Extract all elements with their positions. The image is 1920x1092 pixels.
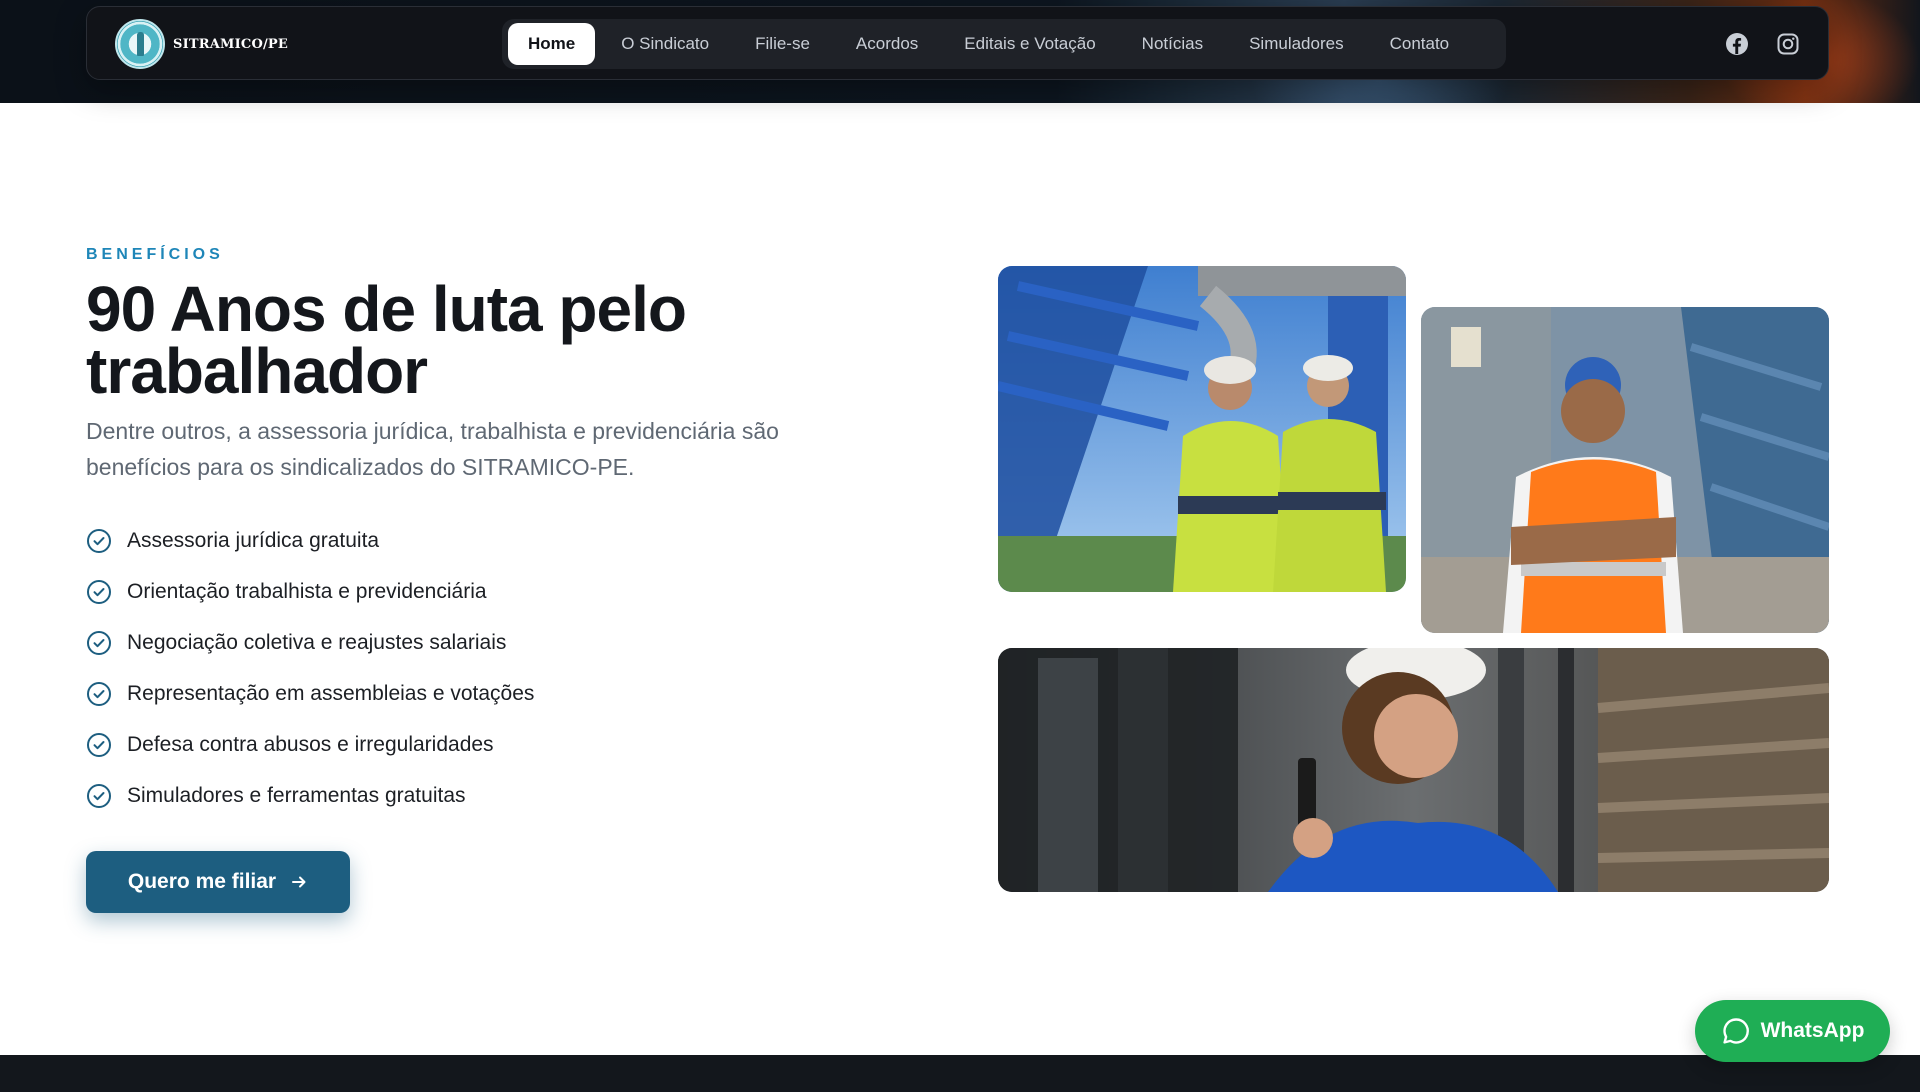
brand-name: SITRAMICO/PE <box>173 36 289 52</box>
instagram-icon[interactable] <box>1776 32 1800 56</box>
whatsapp-label: WhatsApp <box>1760 1019 1865 1042</box>
benefit-label: Simuladores e ferramentas gratuitas <box>127 783 466 807</box>
worker-photo-radio <box>998 648 1829 892</box>
benefit-item: Defesa contra abusos e irregularidades <box>86 719 534 770</box>
join-button-label: Quero me filiar <box>127 870 277 893</box>
benefit-label: Orientação trabalhista e previdenciária <box>127 579 487 603</box>
nav-item-editais[interactable]: Editais e Votação <box>944 23 1115 65</box>
benefit-item: Assessoria jurídica gratuita <box>86 515 534 566</box>
nav-menu: Home O Sindicato Filie-se Acordos Editai… <box>502 19 1506 69</box>
nav-item-noticias[interactable]: Notícias <box>1122 23 1223 65</box>
benefit-item: Representação em assembleias e votações <box>86 668 534 719</box>
check-circle-icon <box>87 681 111 706</box>
benefit-label: Assessoria jurídica gratuita <box>127 528 380 552</box>
benefit-item: Negociação coletiva e reajustes salariai… <box>86 617 534 668</box>
facebook-icon[interactable] <box>1725 32 1749 56</box>
check-circle-icon <box>87 732 111 757</box>
nav-item-acordos[interactable]: Acordos <box>836 23 938 65</box>
brand[interactable]: SITRAMICO/PE <box>115 19 288 69</box>
check-circle-icon <box>87 528 111 553</box>
nav-item-home[interactable]: Home <box>508 23 596 65</box>
section-description: Dentre outros, a assessoria jurídica, tr… <box>86 418 779 480</box>
main-navbar: SITRAMICO/PE Home O Sindicato Filie-se A… <box>86 6 1829 80</box>
nav-item-simuladores[interactable]: Simuladores <box>1229 23 1364 65</box>
section-title: 90 Anos de luta pelo trabalhador <box>86 273 687 407</box>
worker-photo-orange-vest <box>1421 307 1829 633</box>
benefit-label: Representação em assembleias e votações <box>127 681 535 705</box>
nav-item-contato[interactable]: Contato <box>1370 23 1470 65</box>
check-circle-icon <box>87 630 111 655</box>
nav-item-filie-se[interactable]: Filie-se <box>735 23 830 65</box>
check-circle-icon <box>87 579 111 604</box>
benefits-list: Assessoria jurídica gratuita Orientação … <box>86 515 534 821</box>
union-seal-logo <box>115 19 165 69</box>
section-eyebrow: BENEFÍCIOS <box>86 246 224 263</box>
nav-item-o-sindicato[interactable]: O Sindicato <box>601 23 729 65</box>
whatsapp-icon <box>1722 1018 1749 1044</box>
check-circle-icon <box>87 783 111 808</box>
benefit-label: Negociação coletiva e reajustes salariai… <box>127 630 507 654</box>
benefit-item: Orientação trabalhista e previdenciária <box>86 566 534 617</box>
arrow-right-icon <box>292 876 306 888</box>
benefit-label: Defesa contra abusos e irregularidades <box>127 732 494 756</box>
whatsapp-button[interactable]: WhatsApp <box>1695 1000 1890 1062</box>
join-button[interactable]: Quero me filiar <box>86 851 350 913</box>
footer-strip <box>0 1055 1920 1092</box>
benefit-item: Simuladores e ferramentas gratuitas <box>86 770 534 821</box>
workers-photo-engineers <box>998 266 1406 592</box>
